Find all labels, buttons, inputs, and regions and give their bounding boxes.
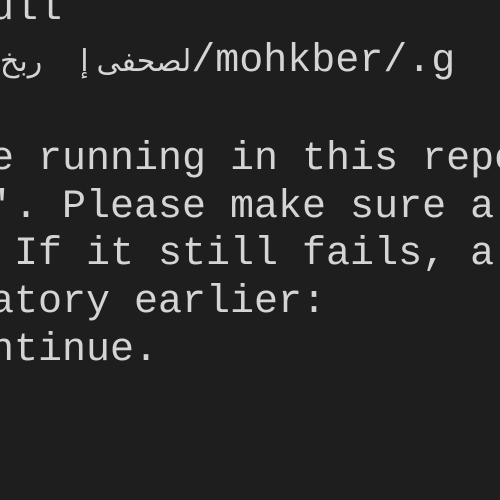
path-separator: إ [80,44,89,79]
path-text: /mohkber/.g [191,39,456,84]
path-rtl-prefix: ربخ [0,44,43,79]
output-line: atory earlier: [0,280,327,325]
output-line: e running in this repo [0,137,500,182]
output-line: If it still fails, a [0,232,495,277]
output-line: ntinue. [0,328,159,373]
terminal-output[interactable]: ull ربخ إ لصحفى /mohkber/.g e running in… [0,0,500,500]
path-line: ربخ إ لصحفى /mohkber/.g [0,38,455,86]
output-line: '. Please make sure a [0,185,495,230]
path-rtl-folder: لصحفى [96,44,192,79]
output-line: ull [0,0,63,32]
